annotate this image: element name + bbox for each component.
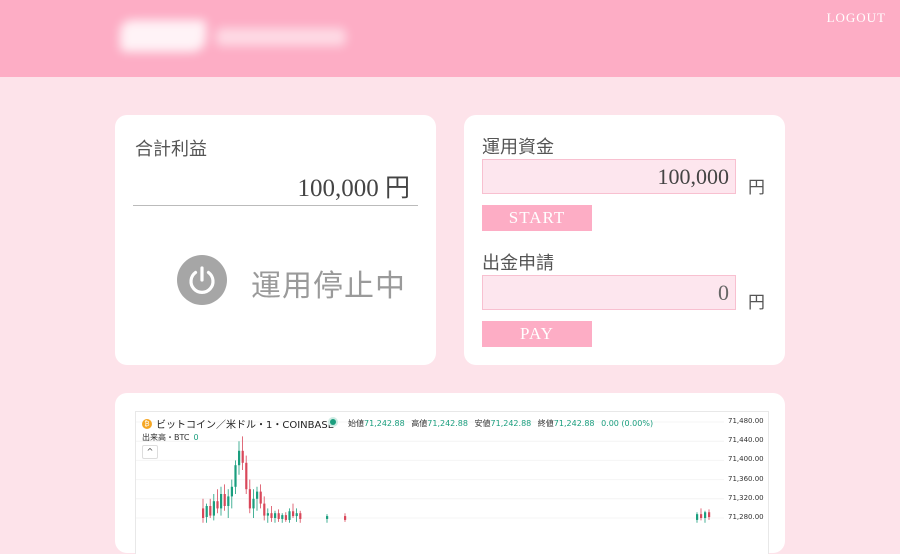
candle-body: [281, 515, 284, 519]
price-tick-label: 71,360.00: [728, 474, 764, 483]
candlestick-plot: [136, 421, 724, 523]
candle-body: [248, 489, 251, 509]
collapse-legend-button[interactable]: ^: [142, 445, 158, 459]
candle-body: [252, 498, 255, 509]
candle-body: [259, 491, 262, 504]
logout-link[interactable]: LOGOUT: [827, 10, 886, 26]
candle-body: [241, 450, 244, 463]
pay-button[interactable]: PAY: [482, 321, 592, 347]
candle-body: [256, 491, 259, 499]
chart-symbol-text: ビットコイン／米ドル・1・COINBASE: [156, 420, 335, 431]
candle-body: [299, 513, 302, 519]
withdraw-request-label: 出金申請: [482, 253, 554, 273]
candle-body: [700, 514, 703, 518]
candle-body: [326, 516, 329, 519]
price-axis[interactable]: 71,480.00 71,440.00 71,400.00 71,360.00 71,3…: [724, 412, 768, 554]
bitcoin-icon: ₿: [142, 418, 152, 429]
start-button[interactable]: START: [482, 205, 592, 231]
total-profit-label: 合計利益: [135, 139, 207, 159]
candle-body: [212, 501, 215, 516]
ohlc-high-label: 高値: [411, 419, 428, 428]
chart-card: ₿ ビットコイン／米ドル・1・COINBASE 始値71,242.88 高値71…: [115, 393, 785, 554]
fund-card: 運用資金 100,000 円 START 出金申請 0 円 PAY: [464, 115, 785, 365]
price-tick-label: 71,400.00: [728, 455, 764, 464]
candle-body: [708, 512, 711, 518]
candle-body: [704, 512, 707, 518]
candle-body: [216, 501, 219, 509]
brand-logo: [112, 14, 362, 60]
candle-body: [344, 516, 347, 520]
candle-body: [209, 506, 212, 516]
volume-label: 出来高・BTC: [142, 433, 190, 442]
ohlc-readout: 始値71,242.88 高値71,242.88 安値71,242.88 終値71…: [348, 418, 657, 429]
candle-body: [277, 513, 280, 519]
candle-body: [245, 462, 248, 490]
volume-readout: 出来高・BTC 0: [142, 432, 199, 443]
candle-body: [288, 511, 291, 520]
price-tick-label: 71,480.00: [728, 417, 764, 425]
profit-divider: [133, 205, 418, 206]
withdraw-amount-input[interactable]: 0: [482, 275, 736, 310]
ohlc-close-label: 終値: [537, 419, 554, 428]
ohlc-high-value: 71,242.88: [427, 419, 468, 428]
candle-body: [266, 513, 269, 516]
power-toggle-button[interactable]: [177, 255, 227, 305]
candle-body: [295, 513, 298, 517]
candle-body: [205, 506, 208, 518]
candle-body: [696, 514, 699, 520]
withdraw-unit: 円: [748, 293, 765, 312]
ohlc-close-value: 71,242.88: [553, 419, 595, 428]
candle-body: [230, 486, 233, 497]
volume-value: 0: [193, 433, 199, 442]
price-chart[interactable]: ₿ ビットコイン／米ドル・1・COINBASE 始値71,242.88 高値71…: [135, 411, 769, 554]
fund-unit: 円: [748, 178, 765, 197]
market-open-dot-icon: [330, 419, 336, 425]
app-header: LOGOUT: [0, 0, 900, 77]
candle-body: [292, 511, 295, 517]
candle-body: [223, 494, 226, 506]
price-tick-label: 71,440.00: [728, 436, 764, 445]
candle-body: [202, 508, 205, 518]
candle-body: [227, 496, 230, 506]
ohlc-low-value: 71,242.88: [490, 419, 532, 428]
power-icon: [189, 266, 215, 294]
operating-fund-label: 運用資金: [482, 137, 554, 157]
ohlc-change-value: 0.00 (0.00%): [601, 419, 654, 428]
chart-symbol: ₿ ビットコイン／米ドル・1・COINBASE: [142, 416, 334, 431]
price-tick-label: 71,320.00: [728, 493, 764, 502]
candle-body: [234, 465, 237, 487]
candle-body: [284, 515, 287, 520]
operating-fund-input[interactable]: 100,000: [482, 159, 736, 194]
candle-body: [238, 450, 241, 466]
candle-body: [270, 513, 273, 518]
ohlc-open-value: 71,242.88: [364, 419, 405, 428]
profit-card: 合計利益 100,000 円 運用停止中: [115, 115, 436, 365]
candle-body: [220, 494, 223, 509]
candle-body: [263, 503, 266, 516]
candle-body: [274, 513, 277, 518]
total-profit-value: 100,000 円: [297, 175, 410, 202]
ohlc-open-label: 始値: [348, 419, 364, 428]
price-tick-label: 71,280.00: [728, 513, 764, 521]
ohlc-low-label: 安値: [474, 419, 491, 428]
operation-status: 運用停止中: [251, 270, 406, 303]
